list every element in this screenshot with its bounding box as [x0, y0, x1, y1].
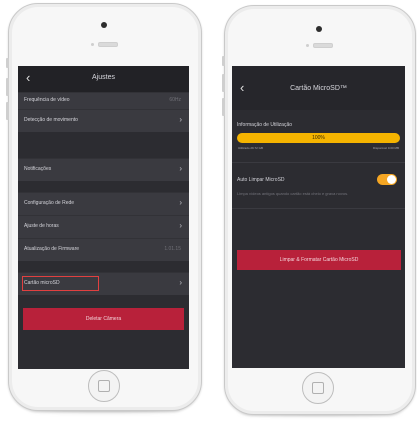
microsd-screen: ‹ Cartão MicroSD™ Informação de Utilizaç…	[232, 66, 405, 368]
row-label: Ajuste de horas	[24, 223, 59, 229]
settings-row-firmware[interactable]: Atualização de Firmware 1.01.15	[18, 238, 189, 261]
row-label: Configuração de Rede	[24, 200, 75, 206]
divider	[232, 162, 405, 163]
settings-screen: ‹ Ajustes Frequência de vídeo 60Hz Detec…	[18, 66, 189, 369]
highlight-annotation	[22, 276, 99, 291]
home-button[interactable]	[302, 372, 334, 404]
usage-title: Informação de Utilização	[237, 122, 293, 128]
settings-row-time[interactable]: Ajuste de horas ›	[18, 215, 189, 238]
proximity-sensor	[91, 43, 94, 46]
format-microsd-button[interactable]: Limpar & Formatar Cartão MicroSD	[237, 250, 401, 270]
volume-up-button	[222, 74, 225, 92]
front-camera-icon	[101, 22, 107, 28]
earpiece-speaker	[313, 43, 333, 48]
row-value: 1.01.15	[164, 246, 181, 252]
auto-clean-help: Limpa vídeos antigos quando cartão está …	[237, 191, 349, 196]
chevron-right-icon: ›	[179, 164, 182, 173]
available-space-label: Disponível 0.00 MB	[372, 146, 399, 150]
mute-switch	[222, 56, 225, 66]
delete-camera-button[interactable]: Deletar Câmera	[23, 308, 184, 330]
earpiece-speaker	[98, 42, 118, 47]
volume-down-button	[6, 102, 9, 120]
page-title: Cartão MicroSD™	[290, 85, 347, 92]
chevron-right-icon: ›	[179, 221, 182, 230]
row-label: Detecção de movimento	[24, 117, 78, 123]
row-value: 60Hz	[169, 97, 181, 103]
settings-row-network[interactable]: Configuração de Rede ›	[18, 192, 189, 215]
usage-progress-fill: 100%	[237, 133, 400, 143]
toggle-knob	[387, 175, 396, 184]
usage-progress-bar: 100%	[237, 133, 400, 143]
settings-row-motion-detection[interactable]: Detecção de movimento ›	[18, 109, 189, 132]
mute-switch	[6, 58, 9, 68]
volume-up-button	[6, 78, 9, 96]
row-label: Notificações	[24, 166, 52, 172]
used-space-label: Utilizado 29.72 GB	[238, 146, 264, 150]
row-label: Frequência de vídeo	[24, 97, 70, 103]
auto-clean-toggle[interactable]	[377, 174, 397, 185]
proximity-sensor	[306, 44, 309, 47]
front-camera-icon	[316, 26, 322, 32]
home-button[interactable]	[88, 370, 120, 402]
settings-row-video-frequency[interactable]: Frequência de vídeo 60Hz	[18, 92, 189, 109]
chevron-right-icon: ›	[179, 115, 182, 124]
volume-down-button	[222, 98, 225, 116]
chevron-right-icon: ›	[179, 198, 182, 207]
nav-bar: ‹ Ajustes	[18, 66, 189, 92]
page-title: Ajustes	[92, 74, 115, 81]
nav-bar: ‹ Cartão MicroSD™	[232, 66, 405, 110]
chevron-right-icon: ›	[179, 278, 182, 287]
row-label: Atualização de Firmware	[24, 246, 80, 252]
settings-row-notifications[interactable]: Notificações ›	[18, 158, 189, 181]
divider	[232, 208, 405, 209]
auto-clean-label: Auto Limpar MicroSD	[237, 177, 285, 183]
